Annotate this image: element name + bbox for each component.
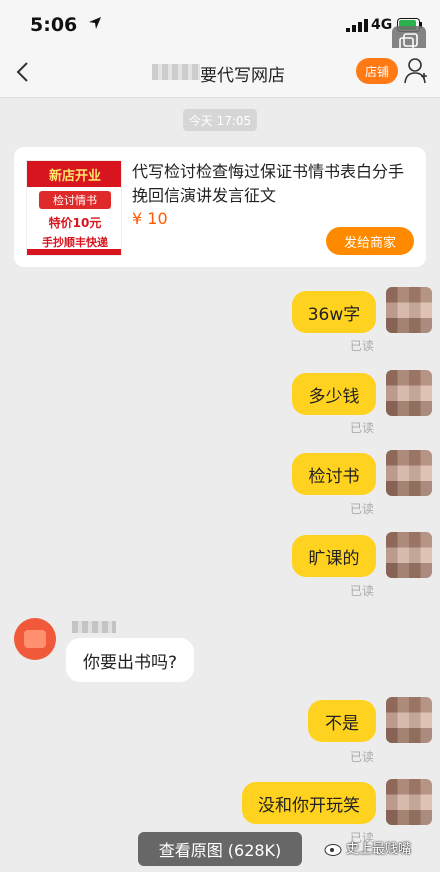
- status-bar: 5:06 4G: [0, 0, 440, 48]
- message-bubble-incoming[interactable]: 你要出书吗?: [66, 638, 194, 682]
- product-image-line1: 检讨情书: [39, 191, 111, 209]
- product-image-footer: [27, 249, 121, 255]
- send-to-merchant-button[interactable]: 发给商家: [326, 227, 414, 255]
- read-status: 已读: [350, 750, 375, 764]
- product-image-line3: 手抄顺丰快递: [42, 236, 108, 249]
- product-title: 代写检讨检查悔过保证书情书表白分手挽回信演讲发言征文: [132, 162, 405, 205]
- product-price: ¥ 10: [132, 209, 168, 228]
- my-avatar[interactable]: [386, 532, 432, 578]
- message-bubble-outgoing[interactable]: 不是: [308, 700, 376, 742]
- redacted-title: [152, 64, 200, 80]
- my-avatar[interactable]: [386, 697, 432, 743]
- user-profile-icon[interactable]: [404, 56, 428, 86]
- view-original-image-button[interactable]: 查看原图 (628K): [138, 832, 302, 866]
- sender-name-redacted: [72, 621, 116, 633]
- message-bubble-outgoing[interactable]: 36w字: [292, 291, 376, 333]
- product-image-line2: 特价10元: [48, 216, 102, 230]
- shop-button[interactable]: 店铺: [356, 58, 398, 84]
- message-bubble-outgoing[interactable]: 多少钱: [292, 373, 376, 415]
- my-avatar[interactable]: [386, 779, 432, 825]
- watermark-text: 史上最贱嘴: [346, 842, 412, 857]
- message-bubble-outgoing[interactable]: 检讨书: [292, 453, 376, 495]
- my-avatar[interactable]: [386, 370, 432, 416]
- signal-icon: [346, 19, 368, 32]
- product-image[interactable]: 新店开业 检讨情书 特价10元 手抄顺丰快递: [26, 160, 122, 256]
- message-bubble-outgoing[interactable]: 没和你开玩笑: [242, 782, 376, 824]
- my-avatar[interactable]: [386, 450, 432, 496]
- timestamp-divider: 今天 17:05: [183, 109, 257, 131]
- my-avatar[interactable]: [386, 287, 432, 333]
- location-arrow-icon: [89, 17, 101, 29]
- read-status: 已读: [350, 339, 375, 353]
- network-label: 4G: [371, 17, 393, 33]
- read-status: 已读: [350, 584, 375, 598]
- chat-header: 要代写网店 店铺: [0, 48, 440, 98]
- read-status: 已读: [350, 502, 375, 516]
- product-image-banner: 新店开业: [27, 161, 121, 187]
- shop-name-title: 要代写网店: [200, 66, 285, 86]
- back-arrow-icon[interactable]: [14, 60, 34, 84]
- status-time: 5:06: [30, 14, 78, 36]
- product-card[interactable]: 新店开业 检讨情书 特价10元 手抄顺丰快递 代写检讨检查悔过保证书情书表白分手…: [14, 147, 426, 267]
- weibo-logo-icon: [324, 844, 342, 856]
- message-bubble-outgoing[interactable]: 旷课的: [292, 535, 376, 577]
- read-status: 已读: [350, 421, 375, 435]
- merchant-avatar[interactable]: [14, 618, 56, 660]
